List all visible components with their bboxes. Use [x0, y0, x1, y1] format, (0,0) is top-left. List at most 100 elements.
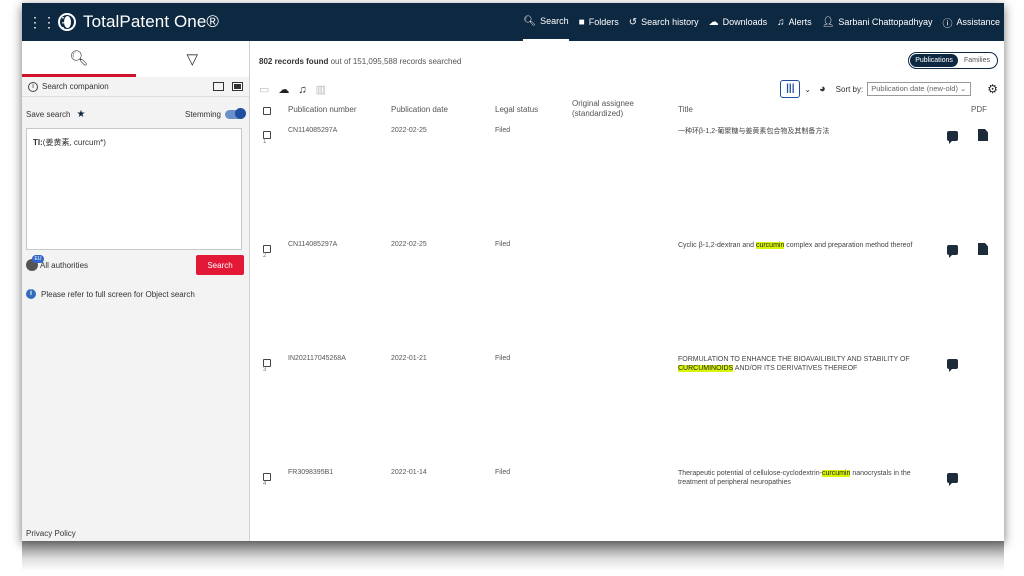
bell-icon: ♫ — [777, 16, 785, 28]
nav-folders-label: Folders — [588, 17, 619, 27]
row-checkbox[interactable] — [263, 245, 271, 253]
title-cell[interactable]: FORMULATION TO ENHANCE THE BIOAVAILIBILT… — [678, 355, 928, 373]
app-logo[interactable]: TotalPatent One® — [58, 12, 219, 32]
comment-icon[interactable] — [947, 131, 958, 144]
nav-alerts-label: Alerts — [788, 17, 812, 27]
title-text-rest: AND/OR ITS DERIVATIVES THEREOF — [733, 365, 858, 372]
col-legal-status[interactable]: Legal status — [495, 105, 538, 114]
nav-folders[interactable]: ■ Folders — [579, 3, 619, 41]
authorities-label[interactable]: All authorities — [40, 261, 88, 270]
history-icon: ↺ — [628, 16, 638, 28]
comment-icon[interactable] — [947, 473, 958, 486]
legal-status: Filed — [495, 469, 511, 476]
search-sidebar: 🔍︎ ▽ i Search companion Save search ★ St… — [22, 41, 250, 541]
info-icon: i — [28, 81, 38, 92]
authorities-row: EU All authorities Search — [26, 255, 244, 275]
filter-icon: ▽ — [186, 51, 199, 68]
window-shadow — [22, 541, 1004, 571]
col-assignee[interactable]: Original assignee (standardized) — [572, 99, 642, 119]
title-cell[interactable]: Therapeutic potential of cellulose-cyclo… — [678, 469, 928, 487]
nav-assistance-label: Assistance — [956, 17, 1000, 27]
legal-status: Filed — [495, 355, 511, 362]
cloud-download-icon[interactable]: ☁ — [278, 83, 289, 96]
nav-user-label: Sarbani Chattopadhyay — [838, 17, 933, 27]
pie-chart-icon[interactable]: ◕ — [819, 83, 826, 95]
col-title[interactable]: Title — [678, 105, 693, 114]
col-publication-date[interactable]: Publication date — [391, 105, 448, 114]
sort-select[interactable]: Publication date (new-old) ⌄ — [867, 82, 972, 96]
table-row[interactable]: 1 CN114085297A 2022-02-25 Filed 一种环β-1,2… — [251, 123, 1004, 237]
tab-filter[interactable]: ▽ — [136, 41, 250, 77]
tab-search[interactable]: 🔍︎ — [22, 41, 136, 77]
nav-alerts[interactable]: ♫ Alerts — [777, 3, 812, 41]
columns-view-icon[interactable]: ||| — [780, 80, 801, 98]
title-cell[interactable]: 一种环β-1,2-葡聚糖与姜黄素包合物及其制备方法 — [678, 127, 928, 136]
save-search-label: Save search — [26, 109, 71, 119]
search-button[interactable]: Search — [196, 255, 244, 275]
pdf-icon[interactable] — [978, 243, 988, 255]
sort-label: Sort by: — [835, 84, 864, 94]
table-row[interactable]: 3 IN202117045268A 2022-01-21 Filed FORMU… — [251, 351, 1004, 465]
nav-assistance[interactable]: ⓘ Assistance — [942, 3, 1000, 41]
toggle-publications[interactable]: Publications — [910, 54, 958, 67]
notice-text: Please refer to full screen for Object s… — [41, 289, 195, 299]
results-pane: 802 records found out of 151,095,588 rec… — [251, 41, 1004, 541]
publication-date: 2022-02-25 — [391, 127, 427, 134]
nav-downloads[interactable]: ☁ Downloads — [709, 3, 768, 41]
info-icon: i — [26, 289, 36, 299]
legal-status: Filed — [495, 241, 511, 248]
view-mode-toggle: Publications Families — [908, 52, 998, 69]
publication-number[interactable]: CN114085297A — [288, 241, 337, 248]
nav-search[interactable]: 🔍︎ Search — [523, 3, 569, 41]
nav-user[interactable]: 👤︎ Sarbani Chattopadhyay — [822, 3, 933, 41]
app-grid-icon[interactable]: ⋮⋮⋮ — [28, 14, 70, 31]
table-row[interactable]: 2 CN114085297A 2022-02-25 Filed Cyclic β… — [251, 237, 1004, 351]
title-text: Cyclic β-1,2-dextran and — [678, 242, 756, 249]
comment-icon[interactable] — [947, 359, 958, 372]
records-count: 802 records found — [259, 57, 329, 66]
row-checkbox[interactable] — [263, 473, 271, 481]
folder-add-icon[interactable]: ▭ — [259, 83, 269, 96]
nav-search-history[interactable]: ↺ Search history — [629, 3, 699, 41]
publication-date: 2022-02-25 — [391, 241, 427, 248]
panel-layout-icon[interactable] — [213, 82, 224, 91]
gear-icon[interactable]: ⚙ — [987, 82, 998, 96]
highlighted-term: curcumin — [755, 242, 785, 249]
alert-bell-icon[interactable]: ♫ — [298, 84, 306, 96]
query-editor[interactable]: TI:(姜黄素, curcum*) — [26, 128, 242, 250]
row-checkbox[interactable] — [263, 359, 271, 367]
col-publication-number[interactable]: Publication number — [288, 105, 356, 114]
publication-number[interactable]: FR3098395B1 — [288, 469, 333, 476]
top-nav-bar: ⋮⋮⋮ TotalPatent One® 🔍︎ Search ■ Folders… — [22, 3, 1004, 41]
row-number: 4 — [263, 481, 267, 487]
nav-downloads-label: Downloads — [722, 17, 768, 27]
table-row[interactable]: 4 FR3098395B1 2022-01-14 Filed Therapeut… — [251, 465, 1004, 541]
title-cell[interactable]: Cyclic β-1,2-dextran and curcumin comple… — [678, 241, 928, 250]
sort-value: Publication date (new-old) — [871, 84, 958, 93]
row-checkbox[interactable] — [263, 131, 271, 139]
records-summary: 802 records found out of 151,095,588 rec… — [259, 57, 461, 66]
publication-number[interactable]: CN114085297A — [288, 127, 337, 134]
pdf-icon[interactable] — [978, 129, 988, 141]
chart-icon[interactable]: ▥ — [316, 83, 326, 96]
stemming-toggle[interactable] — [225, 108, 246, 119]
globe-icon[interactable]: EU — [26, 255, 44, 271]
chevron-down-icon[interactable]: ⌄ — [804, 85, 811, 94]
title-text-rest: complex and preparation method thereof — [784, 242, 913, 249]
highlighted-term: curcumin — [821, 470, 851, 477]
save-search-row: Save search ★ Stemming — [22, 103, 249, 125]
star-icon[interactable]: ★ — [76, 109, 85, 120]
fullscreen-layout-icon[interactable] — [232, 82, 243, 91]
toggle-families[interactable]: Families — [958, 54, 996, 67]
cloud-download-icon: ☁ — [708, 16, 719, 28]
col-pdf: PDF — [971, 105, 987, 114]
comment-icon[interactable] — [947, 245, 958, 258]
sidebar-tabs: 🔍︎ ▽ — [22, 41, 249, 77]
title-text: Therapeutic potential of cellulose-cyclo… — [678, 470, 822, 477]
publication-date: 2022-01-21 — [391, 355, 427, 362]
publication-number[interactable]: IN202117045268A — [288, 355, 346, 362]
legal-status: Filed — [495, 127, 511, 134]
select-all-checkbox[interactable] — [263, 107, 271, 115]
search-companion-bar[interactable]: i Search companion — [22, 77, 249, 97]
privacy-policy-link[interactable]: Privacy Policy — [26, 529, 76, 538]
